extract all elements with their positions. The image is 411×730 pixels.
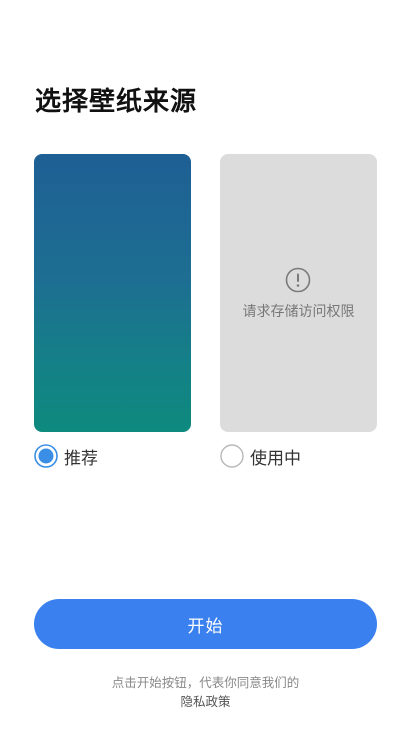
privacy-policy-link[interactable]: 隐私政策: [0, 692, 411, 711]
option-recommended[interactable]: 推荐: [34, 443, 98, 469]
page-title: 选择壁纸来源: [35, 87, 198, 117]
wallpaper-card-recommended[interactable]: [34, 154, 191, 432]
agreement-notice: 点击开始按钮，代表你同意我们的 隐私政策: [0, 673, 411, 711]
option-current-label: 使用中: [250, 448, 301, 469]
radio-unselected-icon[interactable]: [220, 444, 244, 468]
exclamation-circle-icon: [285, 267, 311, 293]
permission-request-text[interactable]: 请求存储访问权限: [220, 301, 377, 321]
start-button[interactable]: 开始: [34, 599, 377, 649]
wallpaper-card-current[interactable]: 请求存储访问权限: [220, 154, 377, 432]
option-current[interactable]: 使用中: [220, 443, 301, 469]
radio-selected-icon[interactable]: [34, 444, 58, 468]
agreement-text: 点击开始按钮，代表你同意我们的: [111, 675, 300, 690]
option-recommended-label: 推荐: [64, 448, 98, 469]
